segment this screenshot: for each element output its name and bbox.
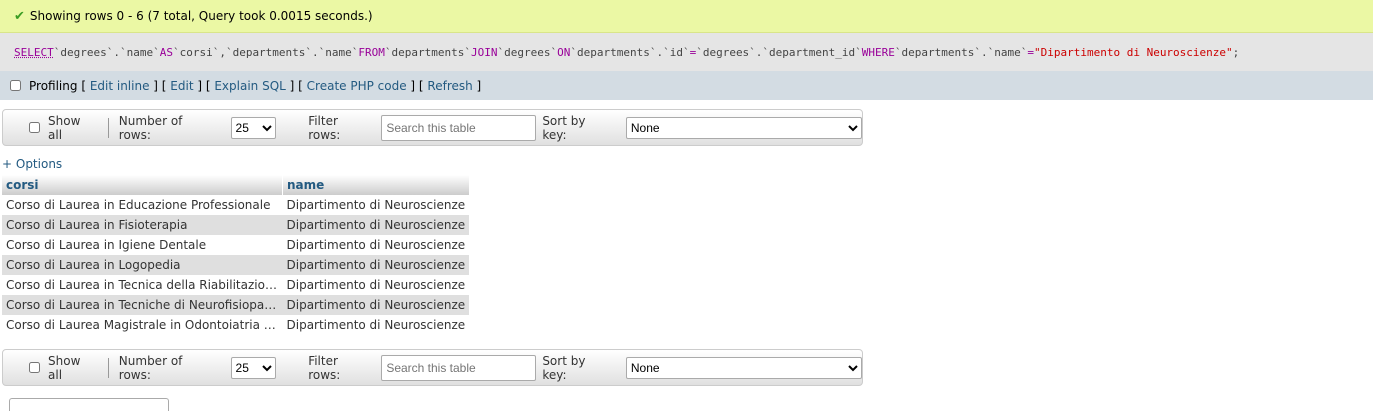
success-message-bar: ✔ Showing rows 0 - 6 (7 total, Query too… <box>0 0 1373 33</box>
sql-text: `departments` <box>384 45 471 59</box>
column-header-corsi[interactable]: corsi <box>2 175 283 195</box>
cell-name[interactable]: Dipartimento di Neuroscienze <box>282 315 470 335</box>
number-of-rows-select[interactable]: 25 <box>230 356 277 379</box>
sort-by-key-label: Sort by key: <box>542 113 586 142</box>
sql-keyword: ON <box>557 45 571 59</box>
profiling-label: Profiling <box>29 78 78 93</box>
cell-corsi[interactable]: Corso di Laurea in Educazione Profession… <box>2 195 283 215</box>
checkmark-icon: ✔ <box>14 8 25 24</box>
profiling-bar: Profiling [ Edit inline ] [ Edit ] [ Exp… <box>0 71 1373 100</box>
table-row[interactable]: Corso di Laurea in Igiene Dentale Dipart… <box>2 235 470 255</box>
divider <box>107 117 109 138</box>
show-all-label[interactable]: Show all <box>48 354 98 382</box>
cell-corsi[interactable]: Corso di Laurea in Logopedia <box>2 255 283 275</box>
number-of-rows-select[interactable]: 25 <box>230 116 277 139</box>
cell-corsi[interactable]: Corso di Laurea in Fisioterapia <box>2 215 283 235</box>
cell-name[interactable]: Dipartimento di Neuroscienze <box>282 295 470 315</box>
cell-corsi[interactable]: Corso di Laurea in Tecniche di Neurofisi… <box>2 295 283 315</box>
table-row[interactable]: Corso di Laurea in Logopedia Dipartiment… <box>2 255 470 275</box>
cell-name[interactable]: Dipartimento di Neuroscienze <box>282 255 470 275</box>
filter-rows-input[interactable] <box>381 114 537 141</box>
show-all-label[interactable]: Show all <box>48 114 98 142</box>
sql-keyword: FROM <box>358 45 385 59</box>
filter-rows-label: Filter rows: <box>308 113 341 142</box>
bottom-navigation-bar: Show all Number of rows: 25 Filter rows:… <box>2 349 863 386</box>
profiling-checkbox[interactable] <box>10 80 21 91</box>
top-navigation-bar: Show all Number of rows: 25 Filter rows:… <box>2 109 863 146</box>
filter-rows-label: Filter rows: <box>308 353 341 382</box>
sort-by-key-select[interactable]: None <box>625 116 862 139</box>
cell-name[interactable]: Dipartimento di Neuroscienze <box>282 215 470 235</box>
explain-sql-link[interactable]: Explain SQL <box>214 79 286 93</box>
sql-text: `departments`.`name` <box>894 45 1028 59</box>
edit-link[interactable]: Edit <box>170 79 193 93</box>
table-row[interactable]: Corso di Laurea in Educazione Profession… <box>2 195 470 215</box>
cell-corsi[interactable]: Corso di Laurea Magistrale in Odontoiatr… <box>2 315 283 335</box>
cell-corsi[interactable]: Corso di Laurea in Tecnica della Riabili… <box>2 275 283 295</box>
table-row[interactable]: Corso di Laurea in Tecniche di Neurofisi… <box>2 295 470 315</box>
sql-string: "Dipartimento di Neuroscienze" <box>1033 45 1233 59</box>
sql-keyword: AS <box>159 45 173 59</box>
sql-query-display: SELECT `degrees`.`name` AS `corsi`,`depa… <box>0 33 1373 71</box>
create-php-code-link[interactable]: Create PHP code <box>307 79 407 93</box>
table-row[interactable]: Corso di Laurea in Fisioterapia Dipartim… <box>2 215 470 235</box>
sort-by-key-select[interactable]: None <box>625 356 862 379</box>
sql-operator: = <box>1027 45 1034 59</box>
refresh-link[interactable]: Refresh <box>427 79 472 93</box>
divider <box>107 357 109 378</box>
edit-inline-link[interactable]: Edit inline <box>90 79 150 93</box>
show-all-checkbox[interactable] <box>29 122 40 133</box>
results-table: corsi name Corso di Laurea in Educazione… <box>2 175 470 335</box>
cell-name[interactable]: Dipartimento di Neuroscienze <box>282 235 470 255</box>
cell-name[interactable]: Dipartimento di Neuroscienze <box>282 195 470 215</box>
table-header-row: corsi name <box>2 175 470 195</box>
table-row[interactable]: Corso di Laurea Magistrale in Odontoiatr… <box>2 315 470 335</box>
cell-name[interactable]: Dipartimento di Neuroscienze <box>282 275 470 295</box>
cell-corsi[interactable]: Corso di Laurea in Igiene Dentale <box>2 235 283 255</box>
sql-keyword-select[interactable]: SELECT <box>14 46 54 59</box>
column-header-name[interactable]: name <box>282 175 470 195</box>
sql-keyword: JOIN <box>471 45 498 59</box>
number-of-rows-label: Number of rows: <box>118 113 183 142</box>
sql-text: ; <box>1232 45 1240 59</box>
sql-operator: = <box>689 45 697 59</box>
sql-text: `degrees`.`name` <box>53 45 160 59</box>
sql-text: `departments`.`id` <box>570 45 690 59</box>
sort-by-key-label: Sort by key: <box>542 353 586 382</box>
options-link[interactable]: + Options <box>2 157 62 171</box>
sql-text: `degrees`.`department_id` <box>696 45 862 59</box>
filter-rows-input[interactable] <box>381 354 537 381</box>
sql-keyword: WHERE <box>861 45 895 59</box>
sql-text: `corsi`,`departments`.`name` <box>172 45 359 59</box>
table-row[interactable]: Corso di Laurea in Tecnica della Riabili… <box>2 275 470 295</box>
sql-text: `degrees` <box>497 45 558 59</box>
success-message-text: Showing rows 0 - 6 (7 total, Query took … <box>29 9 373 23</box>
query-results-operations-box <box>9 398 169 411</box>
number-of-rows-label: Number of rows: <box>118 353 183 382</box>
show-all-checkbox[interactable] <box>29 362 40 373</box>
